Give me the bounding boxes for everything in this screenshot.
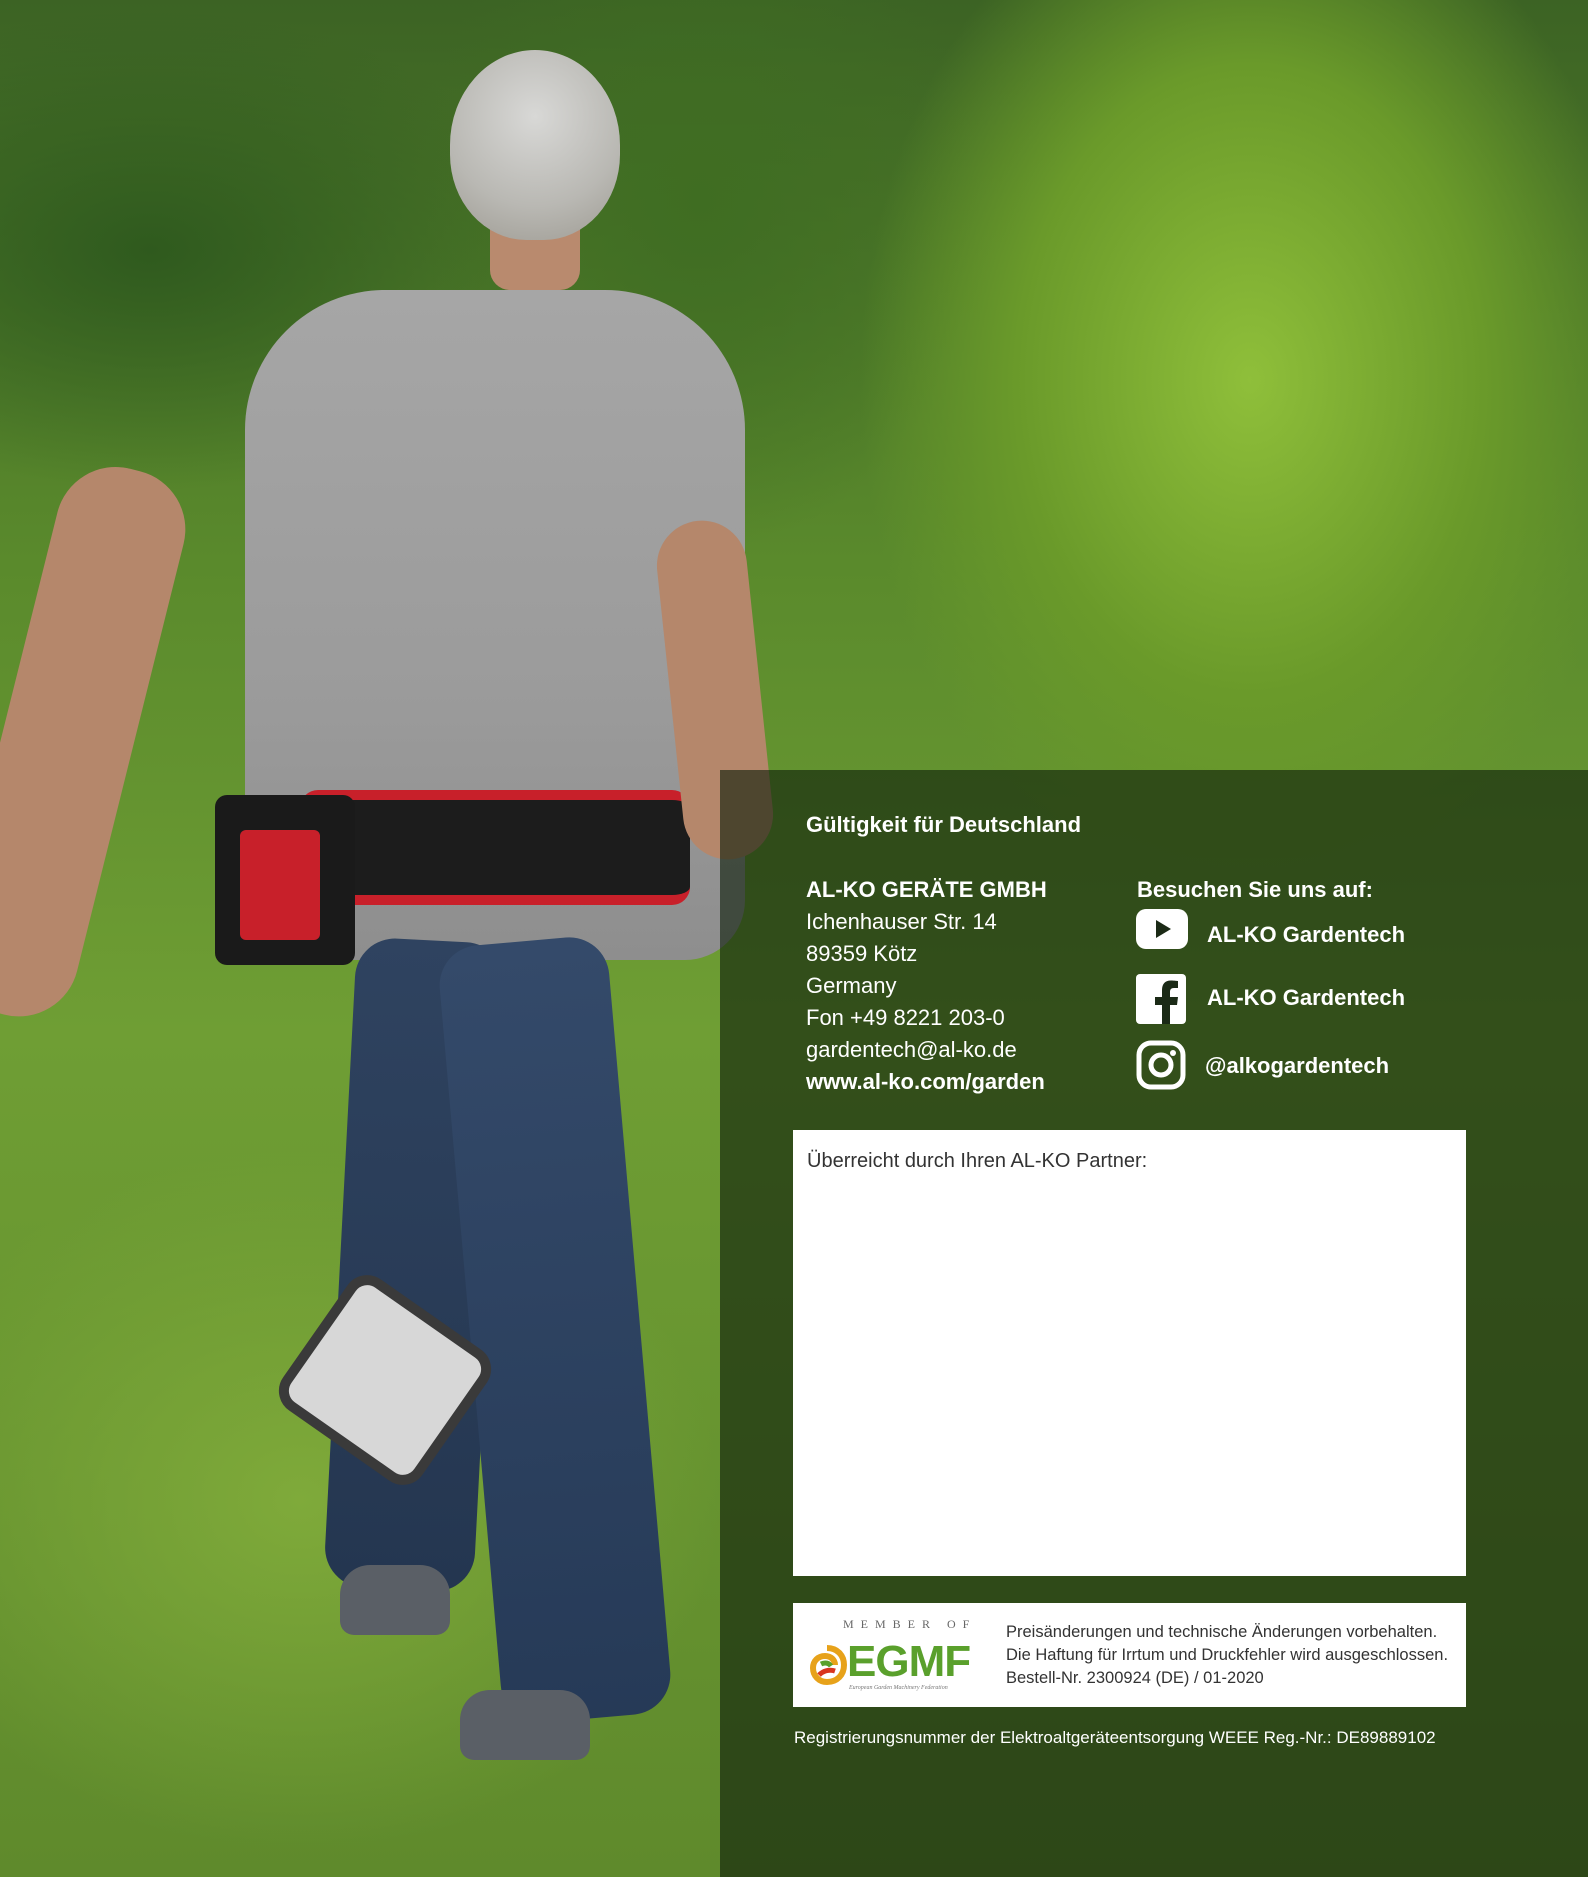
- company-email[interactable]: gardentech@al-ko.de: [806, 1037, 1017, 1063]
- legal-line-2: Die Haftung für Irrtum und Druckfehler w…: [1006, 1646, 1449, 1664]
- weee-registration: Registrierungsnummer der Elektroaltgerät…: [794, 1728, 1436, 1747]
- egmf-wordmark: EGMF: [847, 1637, 971, 1686]
- legal-line-1: Preisänderungen und technische Änderunge…: [1006, 1623, 1438, 1641]
- egmf-logo: MEMBER OF EGMF European Garden Machinery…: [807, 1617, 977, 1697]
- partner-stamp-box: Überreicht durch Ihren AL-KO Partner:: [793, 1130, 1466, 1576]
- facebook-icon: [1136, 974, 1186, 1024]
- youtube-icon: [1136, 909, 1188, 949]
- company-street: Ichenhauser Str. 14: [806, 909, 997, 934]
- company-name: AL-KO GERÄTE GMBH: [806, 877, 1047, 902]
- instagram-label: @alkogardentech: [1205, 1053, 1390, 1078]
- youtube-label: AL-KO Gardentech: [1207, 922, 1406, 947]
- instagram-icon: [1136, 1040, 1186, 1090]
- partner-label: Überreicht durch Ihren AL-KO Partner:: [807, 1150, 1148, 1172]
- egmf-subtitle: European Garden Machinery Federation: [849, 1685, 948, 1691]
- company-phone: Fon +49 8221 203-0: [806, 1005, 1005, 1030]
- egmf-swirl-icon: [809, 1645, 847, 1685]
- company-city: 89359 Kötz: [806, 941, 918, 966]
- order-number: Bestell-Nr. 2300924 (DE) / 01-2020: [1006, 1669, 1264, 1687]
- validity-heading: Gültigkeit für Deutschland: [806, 812, 1082, 837]
- facebook-label: AL-KO Gardentech: [1207, 985, 1406, 1010]
- company-country: Germany: [806, 973, 897, 998]
- social-heading: Besuchen Sie uns auf:: [1137, 877, 1373, 902]
- egmf-member-of: MEMBER OF: [843, 1617, 977, 1631]
- company-website-link[interactable]: www.al-ko.com/garden: [806, 1069, 1045, 1095]
- egmf-legal-box: MEMBER OF EGMF European Garden Machinery…: [793, 1603, 1466, 1707]
